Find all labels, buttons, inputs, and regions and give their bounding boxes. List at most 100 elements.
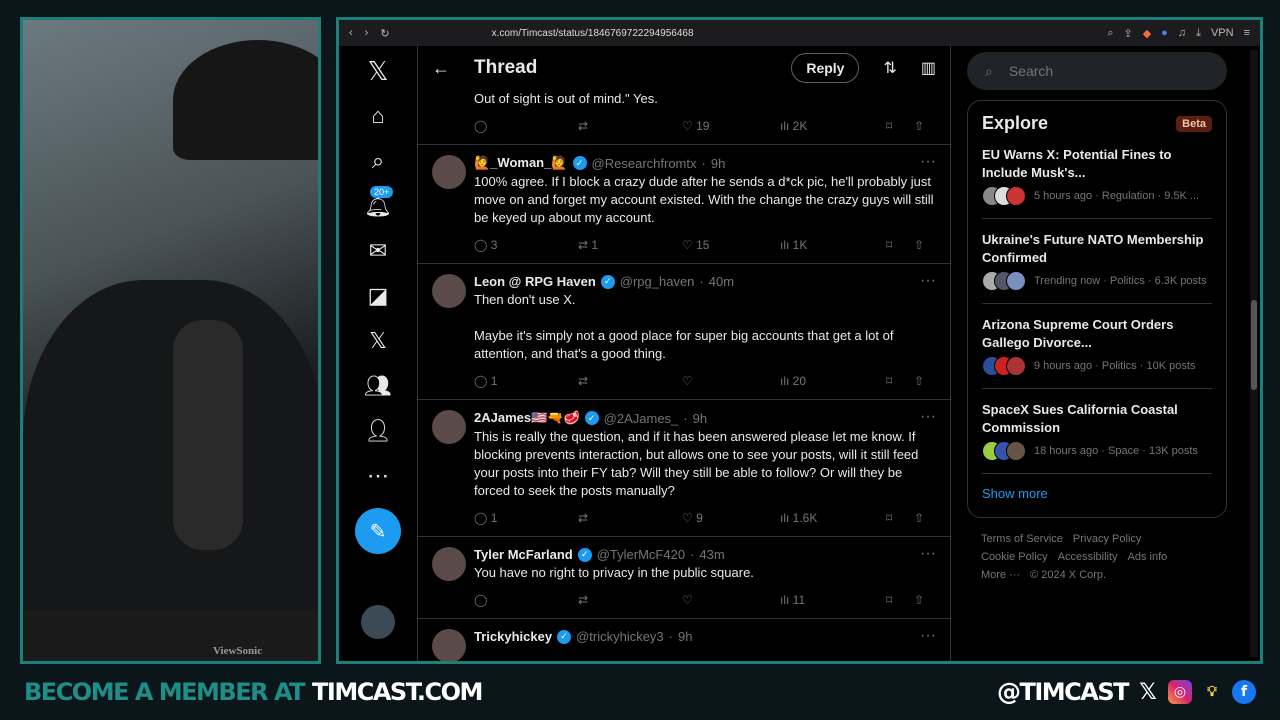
reply-icon[interactable]: ◯ [474, 119, 578, 133]
filter-icon[interactable]: ⇅ [883, 58, 896, 78]
brave-shield-icon[interactable]: ◆ [1143, 27, 1151, 40]
more-options-icon[interactable]: ··· [920, 627, 936, 645]
profile-icon[interactable]: 👤︎ [358, 411, 398, 451]
author-handle[interactable]: @TylerMcF420 [597, 547, 685, 562]
trend-item[interactable]: EU Warns X: Potential Fines to Include M… [982, 134, 1212, 219]
more-options-icon[interactable]: ··· [920, 272, 936, 290]
bookmark-icon[interactable]: ⌑ [886, 119, 914, 133]
views-icon[interactable]: ılı 11 [780, 593, 886, 607]
author-name[interactable]: Trickyhickey [474, 629, 552, 644]
bookmark-icon[interactable]: ⌑ [886, 238, 914, 252]
home-icon[interactable]: ⌂ [358, 96, 398, 136]
grok-icon[interactable]: ◪ [358, 276, 398, 316]
tweet-time[interactable]: 9h [693, 411, 707, 426]
download-icon[interactable]: ⤓ [1196, 27, 1201, 40]
avatar[interactable] [432, 410, 466, 444]
trend-item[interactable]: Ukraine's Future NATO Membership Confirm… [982, 219, 1212, 304]
notifications-icon[interactable]: 🔔︎ 20+ [358, 186, 398, 226]
footer-link[interactable]: Terms of Service [981, 533, 1063, 545]
views-icon[interactable]: ılı 1.6K [780, 511, 886, 525]
footer-link[interactable]: More ··· [981, 569, 1020, 581]
trend-item[interactable]: Arizona Supreme Court Orders Gallego Div… [982, 304, 1212, 389]
avatar[interactable] [361, 605, 395, 639]
author-handle[interactable]: @2AJames_ [604, 411, 679, 426]
more-options-icon[interactable]: ··· [920, 408, 936, 426]
trend-item[interactable]: SpaceX Sues California Coastal Commissio… [982, 389, 1212, 474]
share-icon[interactable]: ⇧ [914, 511, 924, 525]
footer-link[interactable]: Privacy Policy [1073, 533, 1141, 545]
address-bar[interactable]: x.com/Timcast/status/1846769722294956468 [492, 28, 694, 39]
more-options-icon[interactable]: ··· [920, 545, 936, 563]
person [23, 280, 318, 661]
music-icon[interactable]: ♫ [1178, 27, 1186, 39]
extension-icon[interactable]: ● [1161, 27, 1168, 39]
share-icon[interactable]: ⇧ [914, 374, 924, 388]
views-icon[interactable]: ılı 1K [780, 238, 886, 252]
footer-link[interactable]: Cookie Policy [981, 551, 1048, 563]
back-arrow-icon[interactable]: ← [432, 58, 450, 79]
like-icon[interactable]: ♡ 9 [682, 511, 780, 525]
author-name[interactable]: Leon @ RPG Haven [474, 274, 596, 289]
repost-icon[interactable]: ⇄ [578, 374, 682, 388]
vpn-button[interactable]: VPN [1211, 27, 1234, 39]
messages-icon[interactable]: ✉ [358, 231, 398, 271]
footer-link[interactable]: © 2024 X Corp. [1030, 569, 1106, 581]
share-icon[interactable]: ⇧ [914, 119, 924, 133]
reply-icon[interactable]: ◯ [474, 593, 578, 607]
tweet-time[interactable]: 40m [709, 274, 734, 289]
tweet-time[interactable]: 9h [678, 629, 692, 644]
author-name[interactable]: Tyler McFarland [474, 547, 573, 562]
show-more-link[interactable]: Show more [982, 474, 1212, 505]
like-icon[interactable]: ♡ [682, 374, 780, 388]
more-options-icon[interactable]: ··· [920, 153, 936, 171]
premium-x-icon[interactable]: 𝕏 [358, 321, 398, 361]
like-icon[interactable]: ♡ 15 [682, 238, 780, 252]
share-icon[interactable]: ⇧ [914, 593, 924, 607]
search-input[interactable]: ⌕ Search [967, 52, 1227, 90]
reply-icon[interactable]: ◯ 1 [474, 511, 578, 525]
views-icon[interactable]: ılı 2K [780, 119, 886, 133]
menu-icon[interactable]: ≡ [1244, 27, 1250, 39]
search-icon[interactable]: ⌕ [358, 141, 398, 181]
like-icon[interactable]: ♡ [682, 593, 780, 607]
footer-link[interactable]: Accessibility [1058, 551, 1118, 563]
more-icon[interactable]: ⋯ [358, 456, 398, 496]
like-icon[interactable]: ♡ 19 [682, 119, 780, 133]
share-icon[interactable]: ⇪ [1123, 27, 1132, 40]
avatar[interactable] [432, 274, 466, 308]
reply-button[interactable]: Reply [791, 53, 860, 83]
share-icon[interactable]: ⇧ [914, 238, 924, 252]
instagram-icon: ◎ [1168, 680, 1192, 704]
repost-icon[interactable]: ⇄ 1 [578, 238, 682, 252]
repost-icon[interactable]: ⇄ [578, 511, 682, 525]
bookmark-icon[interactable]: ⌑ [886, 511, 914, 525]
x-logo-icon[interactable]: 𝕏 [358, 51, 398, 91]
scrollbar[interactable] [1250, 50, 1258, 657]
bookmark-icon[interactable]: ⌑ [886, 374, 914, 388]
reload-icon[interactable]: ↻ [380, 27, 389, 40]
bookmark-icon[interactable]: ⌑ [886, 593, 914, 607]
compose-post-button[interactable]: ✎ [355, 508, 401, 554]
author-name[interactable]: 2AJames🇺🇸🔫🥩 [474, 410, 580, 426]
author-handle[interactable]: @trickyhickey3 [576, 629, 664, 644]
author-name[interactable]: 🙋_Woman_🙋 [474, 155, 568, 171]
reader-icon[interactable]: ▥ [921, 58, 936, 78]
forward-icon[interactable]: › [365, 27, 369, 39]
footer-link[interactable]: Ads info [1128, 551, 1168, 563]
communities-icon[interactable]: 👥︎ [358, 366, 398, 406]
author-handle[interactable]: @rpg_haven [620, 274, 695, 289]
reply-icon[interactable]: ◯ 3 [474, 238, 578, 252]
tweet-time[interactable]: 9h [711, 156, 725, 171]
repost-icon[interactable]: ⇄ [578, 119, 682, 133]
reply-icon[interactable]: ◯ 1 [474, 374, 578, 388]
author-handle[interactable]: @Researchfromtx [592, 156, 697, 171]
avatar[interactable] [432, 547, 466, 581]
zoom-icon[interactable]: ⌕ [1107, 27, 1113, 40]
avatar[interactable] [432, 155, 466, 189]
reposts-count: 1 [591, 238, 599, 252]
repost-icon[interactable]: ⇄ [578, 593, 682, 607]
tweet-time[interactable]: 43m [699, 547, 724, 562]
views-icon[interactable]: ılı 20 [780, 374, 886, 388]
avatar[interactable] [432, 629, 466, 661]
back-icon[interactable]: ‹ [349, 27, 353, 39]
